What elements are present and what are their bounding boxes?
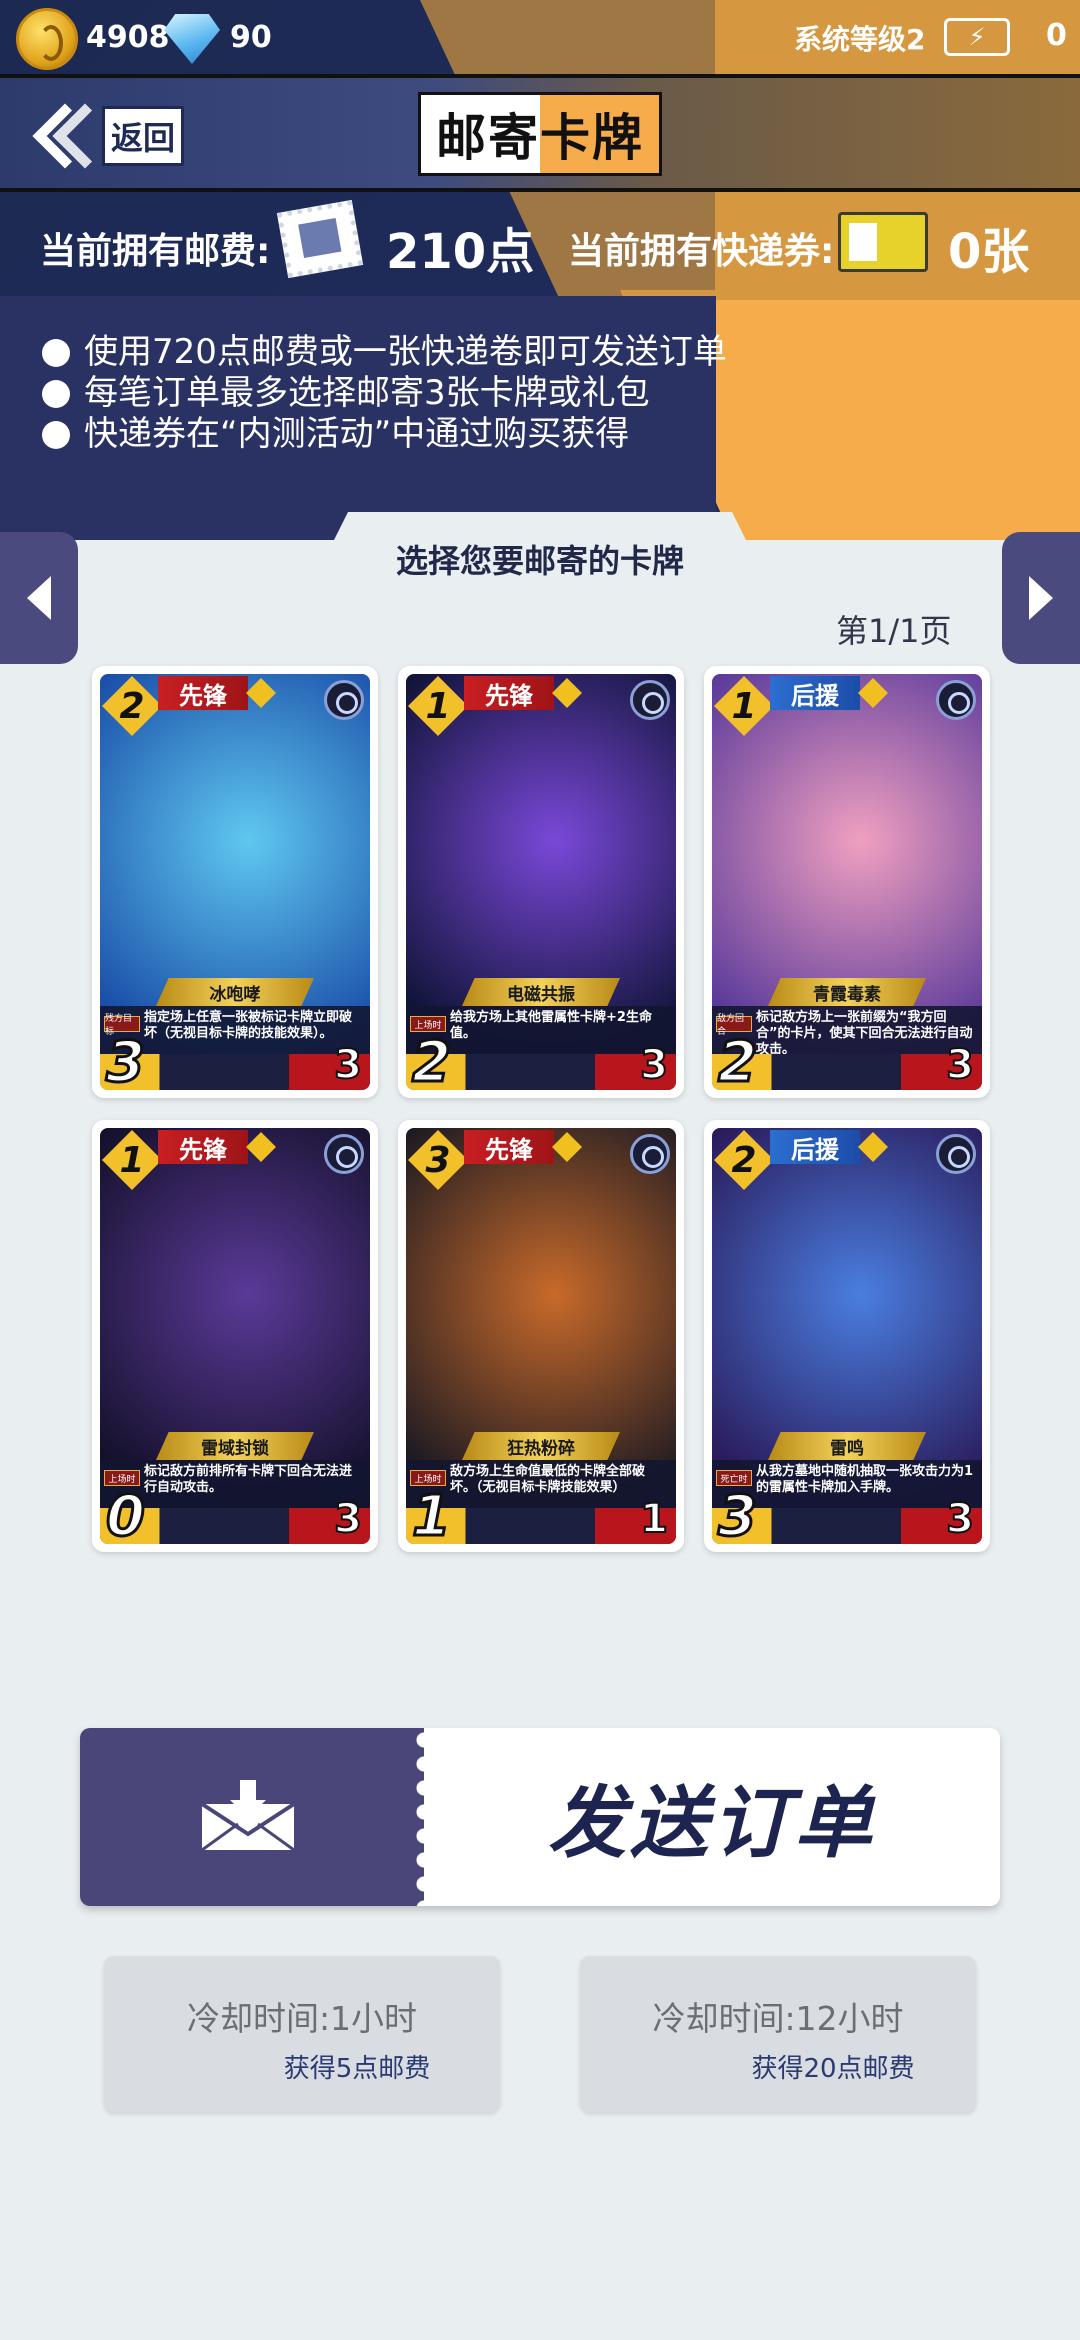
card-item[interactable]: 2 先锋 冰咆哮 残方目标 指定场上任意一张被标记卡牌立即破坏（无视目标卡牌的技能效果）…	[92, 666, 378, 1098]
card-face: 2 后援 雷鸣 死亡时 从我方墓地中随机抽取一张攻击力为1的雷属性卡牌加入手牌。 3 3	[712, 1128, 982, 1544]
card-type: 先锋	[464, 1130, 554, 1164]
card-face: 2 先锋 冰咆哮 残方目标 指定场上任意一张被标记卡牌立即破坏（无视目标卡牌的技能效果）…	[100, 674, 370, 1090]
card-name: 青霞毒素	[768, 978, 926, 1006]
element-icon	[936, 680, 976, 720]
card-hp: 3	[945, 1041, 975, 1089]
card-description: 给我方场上其他雷属性卡牌+2生命值。	[450, 1010, 652, 1041]
card-attack: 0	[105, 1483, 147, 1545]
postage-value: 210点	[386, 224, 535, 280]
send-order-button[interactable]: 发送订单	[80, 1728, 1000, 1906]
card-face: 1 先锋 电磁共振 上场时 给我方场上其他雷属性卡牌+2生命值。 2 3	[406, 674, 676, 1090]
card-attack: 1	[411, 1483, 453, 1545]
cooldown-reward-1h[interactable]: 冷却时间:1小时 获得5点邮费	[104, 1956, 500, 2112]
element-icon	[324, 1134, 364, 1174]
bullet-icon	[42, 338, 70, 367]
card-hp: 3	[333, 1041, 363, 1089]
card-description: 标记敌方场上一张前缀为“我方回合”的卡片，使其下回合无法进行自动攻击。	[756, 1010, 973, 1057]
card-hp: 3	[639, 1041, 669, 1089]
send-order-icon-panel	[80, 1728, 434, 1906]
cooldown-reward: 获得20点邮费	[751, 2054, 915, 2084]
card-description: 指定场上任意一张被标记卡牌立即破坏（无视目标卡牌的技能效果）。	[144, 1010, 353, 1041]
system-level: 系统等级2	[794, 23, 926, 56]
element-icon	[630, 1134, 670, 1174]
arrow-right-icon	[1029, 576, 1053, 620]
card-item[interactable]: 2 后援 雷鸣 死亡时 从我方墓地中随机抽取一张攻击力为1的雷属性卡牌加入手牌。 3 3	[704, 1120, 990, 1552]
coin-icon	[16, 8, 78, 70]
card-description: 敌方场上生命值最低的卡牌全部破坏。（无视目标卡牌技能效果）	[450, 1464, 646, 1495]
energy-icon[interactable]: ⚡	[944, 18, 1010, 56]
rule-text: 快递券在“内测活动”中通过购买获得	[84, 414, 630, 454]
cooldown-time: 冷却时间:1小时	[186, 1999, 418, 2038]
selection-title: 选择您要邮寄的卡牌	[395, 542, 684, 580]
card-attack: 2	[717, 1029, 759, 1091]
express-ticket-icon	[838, 212, 928, 272]
card-type: 先锋	[158, 676, 248, 710]
status-bar: 4908 90 系统等级2 ⚡ 0	[0, 0, 1080, 76]
card-item[interactable]: 1 后援 青霞毒素 敌方回合 标记敌方场上一张前缀为“我方回合”的卡片，使其下回合无法进…	[704, 666, 990, 1098]
gem-count: 90	[230, 20, 272, 55]
rule-text: 每笔订单最多选择邮寄3张卡牌或礼包	[84, 373, 650, 413]
card-type: 先锋	[158, 1130, 248, 1164]
cooldown-time: 冷却时间:12小时	[652, 1999, 904, 2038]
gem-icon	[164, 14, 220, 64]
bullet-icon	[42, 420, 70, 449]
card-face: 1 后援 青霞毒素 敌方回合 标记敌方场上一张前缀为“我方回合”的卡片，使其下回合无法进…	[712, 674, 982, 1090]
rules-list: 使用720点邮费或一张快递卷即可发送订单 每笔订单最多选择邮寄3张卡牌或礼包 快…	[42, 332, 727, 455]
card-description: 标记敌方前排所有卡牌下回合无法进行自动攻击。	[144, 1464, 353, 1495]
card-attack: 2	[411, 1029, 453, 1091]
stamp-icon	[276, 199, 364, 279]
rule-text: 使用720点邮费或一张快递卷即可发送订单	[84, 332, 727, 372]
card-attack: 3	[717, 1483, 759, 1545]
arrow-left-icon	[27, 576, 51, 620]
card-name: 电磁共振	[462, 978, 620, 1006]
card-face: 3 先锋 狂热粉碎 上场时 敌方场上生命值最低的卡牌全部破坏。（无视目标卡牌技能效果） 1…	[406, 1128, 676, 1544]
card-description: 从我方墓地中随机抽取一张攻击力为1的雷属性卡牌加入手牌。	[756, 1464, 974, 1495]
card-item[interactable]: 1 先锋 雷域封锁 上场时 标记敌方前排所有卡牌下回合无法进行自动攻击。 0 3	[92, 1120, 378, 1552]
cooldown-reward-12h[interactable]: 冷却时间:12小时 获得20点邮费	[580, 1956, 976, 2112]
card-face: 1 先锋 雷域封锁 上场时 标记敌方前排所有卡牌下回合无法进行自动攻击。 0 3	[100, 1128, 370, 1544]
rule-item: 使用720点邮费或一张快递卷即可发送订单	[42, 332, 727, 373]
element-icon	[324, 680, 364, 720]
energy-count: 0	[1046, 18, 1067, 53]
element-icon	[936, 1134, 976, 1174]
card-name: 雷鸣	[768, 1432, 926, 1460]
prev-page-button[interactable]	[0, 532, 78, 664]
card-type: 后援	[770, 676, 860, 710]
card-hp: 3	[333, 1495, 363, 1543]
card-hp: 3	[945, 1495, 975, 1543]
card-name: 冰咆哮	[156, 978, 314, 1006]
rule-item: 每笔订单最多选择邮寄3张卡牌或礼包	[42, 373, 722, 414]
card-type: 后援	[770, 1130, 860, 1164]
coin-count: 4908	[86, 20, 170, 55]
element-icon	[630, 680, 670, 720]
send-order-label-panel: 发送订单	[424, 1728, 1000, 1906]
back-button[interactable]: 返回	[28, 100, 188, 172]
ticket-value: 0张	[948, 224, 1030, 280]
page-title: 邮寄卡牌	[418, 92, 662, 176]
rule-item: 快递券在“内测活动”中通过购买获得	[42, 414, 722, 455]
card-item[interactable]: 1 先锋 电磁共振 上场时 给我方场上其他雷属性卡牌+2生命值。 2 3	[398, 666, 684, 1098]
ticket-label: 当前拥有快递券:	[568, 231, 835, 272]
card-attack: 3	[105, 1029, 147, 1091]
header-bar: 返回 邮寄卡牌	[0, 74, 1080, 192]
card-name: 狂热粉碎	[462, 1432, 620, 1460]
card-type: 先锋	[464, 676, 554, 710]
next-page-button[interactable]	[1002, 532, 1080, 664]
cooldown-reward: 获得5点邮费	[283, 2054, 431, 2084]
postage-label: 当前拥有邮费:	[40, 231, 271, 272]
card-name: 雷域封锁	[156, 1432, 314, 1460]
back-chevron-icon	[28, 101, 98, 171]
send-order-label: 发送订单	[547, 1779, 876, 1869]
page-indicator: 第1/1页	[836, 612, 952, 650]
bullet-icon	[42, 379, 70, 408]
card-hp: 1	[639, 1495, 669, 1543]
mail-download-icon	[200, 1780, 296, 1852]
card-item[interactable]: 3 先锋 狂热粉碎 上场时 敌方场上生命值最低的卡牌全部破坏。（无视目标卡牌技能效果） 1…	[398, 1120, 684, 1552]
